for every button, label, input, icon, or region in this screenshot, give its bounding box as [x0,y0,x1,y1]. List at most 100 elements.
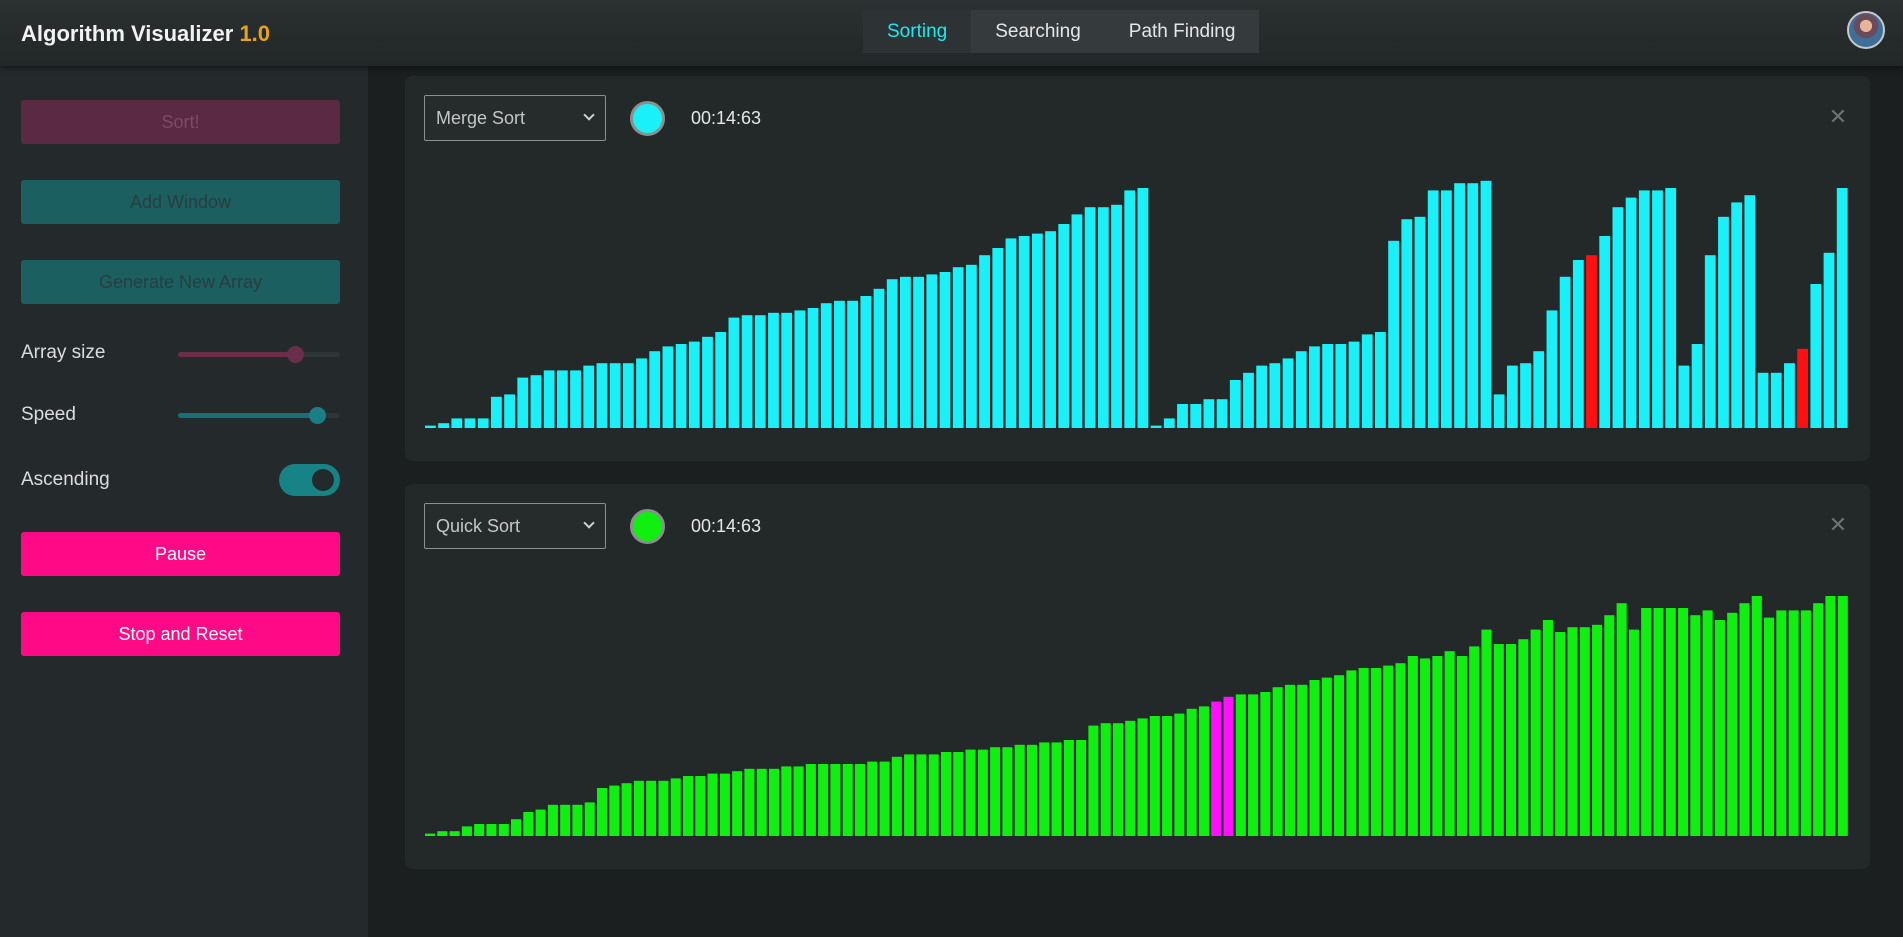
array-bar [977,749,988,836]
array-size-slider-handle[interactable] [286,346,304,363]
generate-array-button[interactable]: Generate New Array [21,260,340,304]
array-bar [1124,190,1136,428]
active-bar [1211,701,1222,836]
array-bar [1810,284,1822,428]
array-bar [979,255,990,428]
array-bar [842,764,853,836]
array-bar [1401,219,1413,428]
array-bar [517,377,529,428]
ascending-toggle[interactable] [279,464,340,496]
array-bar [596,363,608,428]
array-bar [1718,216,1729,428]
array-bar [449,831,460,836]
array-bar [498,824,509,836]
array-bar [1592,624,1603,836]
array-bar [682,776,694,836]
bar-color-picker[interactable] [630,509,665,544]
array-bar [1026,744,1038,836]
array-bar [1739,603,1750,836]
array-bar [1112,723,1123,836]
array-bar [1216,399,1228,428]
tab-sorting[interactable]: Sorting [863,10,972,53]
array-bar [1432,656,1443,836]
array-bar [1190,404,1202,428]
array-bar [756,768,767,836]
bar-color-picker[interactable] [630,101,665,136]
array-bar [1764,617,1775,836]
user-avatar[interactable] [1847,11,1885,49]
array-bar [622,363,634,428]
array-bar [425,833,436,836]
close-icon[interactable]: ✕ [1825,512,1851,538]
array-bar [768,312,779,428]
array-bar [547,804,558,836]
array-bar [1652,190,1663,428]
array-bar [1616,603,1627,836]
array-bar [1269,363,1281,428]
array-bar [1481,629,1492,836]
speed-slider-handle[interactable] [309,407,327,424]
array-bar [535,809,546,836]
array-bar [451,418,463,428]
array-bar [1383,665,1394,836]
array-bar [1346,670,1357,836]
array-bar [1322,344,1334,428]
array-bar [1480,180,1492,428]
array-bar [1506,644,1517,836]
algorithm-select[interactable]: Merge Sort [424,95,606,141]
array-bar [1018,236,1030,428]
array-bar [1125,720,1136,836]
stop-and-reset-button[interactable]: Stop and Reset [21,612,340,656]
array-bar [1559,276,1571,428]
algorithm-select[interactable]: Quick Sort [424,503,606,549]
array-bar [1177,404,1188,428]
ascending-toggle-knob [312,469,334,491]
array-bar [474,824,485,836]
array-bar [1542,620,1553,836]
array-bar [1641,608,1652,836]
array-bar [1837,596,1848,836]
array-bar [658,780,669,836]
array-bar [1203,399,1215,428]
array-bar [1665,608,1676,836]
array-bar [1361,334,1373,428]
array-bar [1370,668,1381,836]
array-bar [1823,252,1835,428]
array-bar [1395,663,1406,836]
array-bar [1243,372,1254,428]
array-bar [900,276,911,428]
close-icon[interactable]: ✕ [1825,104,1851,130]
array-bar [1229,380,1241,428]
array-bar [504,394,515,428]
array-bar [649,351,661,428]
array-size-slider[interactable] [178,346,340,363]
array-bar [1198,706,1209,836]
add-window-button[interactable]: Add Window [21,180,340,224]
array-bar [1284,684,1295,836]
array-bar [1788,610,1799,836]
array-bar [867,761,878,836]
array-bar [1414,216,1426,428]
speed-slider[interactable] [178,407,340,424]
array-bar [728,317,740,428]
array-bar [486,824,497,836]
array-bar [1137,188,1149,428]
array-bar [1163,418,1175,428]
array-bar [1282,358,1294,428]
array-bar [1309,680,1320,836]
array-bar [768,768,780,836]
array-bar [904,754,915,836]
tab-path-finding[interactable]: Path Finding [1105,10,1260,53]
array-bar [913,276,925,428]
sort-button[interactable]: Sort! [21,100,340,144]
array-bar [1625,197,1637,428]
algorithm-select-value: Merge Sort [436,108,526,128]
array-bar [1334,675,1345,836]
array-bar [1506,365,1518,428]
array-bar [1520,363,1531,428]
tab-searching[interactable]: Searching [971,10,1105,53]
pause-button[interactable]: Pause [21,532,340,576]
app-version: 1.0 [239,21,271,46]
array-bar [781,766,792,836]
array-bar [1440,190,1452,428]
